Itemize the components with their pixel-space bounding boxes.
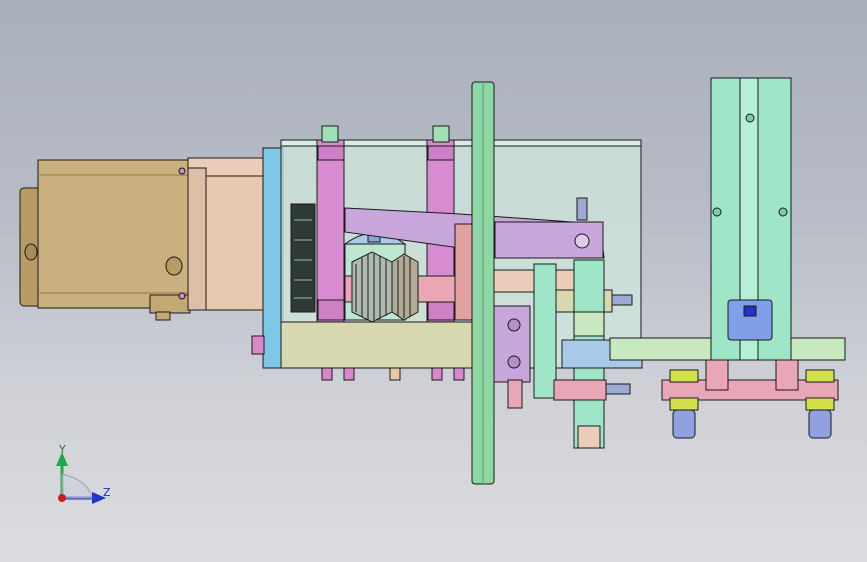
gearbox-bolt [178, 292, 186, 300]
lever-pivot [574, 233, 590, 249]
axis-z-label: Z [103, 486, 111, 499]
motor-bolt [155, 311, 171, 321]
gearbox-side [187, 167, 207, 311]
foot-body [672, 409, 696, 439]
rod-collar [427, 145, 455, 161]
foot-nut [669, 369, 699, 383]
cam-post [533, 263, 557, 399]
shaft-collar [573, 311, 605, 337]
lower-bracket [661, 379, 839, 401]
lever-pin [576, 197, 588, 221]
bottom-pin [343, 367, 355, 381]
flange-pin [251, 335, 265, 355]
base-plate [280, 321, 497, 369]
bottom-pin [389, 367, 401, 381]
motor-body [37, 159, 191, 309]
motor-flange [262, 147, 284, 369]
slide-pin [611, 294, 633, 306]
rod-cap [321, 125, 339, 143]
rod-collar [317, 145, 345, 161]
foot-body [808, 409, 832, 439]
rod-collar [317, 299, 345, 321]
foot-nut [669, 397, 699, 411]
cad-model-drawing[interactable] [0, 0, 867, 562]
cam-block [493, 305, 531, 383]
bracket-leg [775, 359, 799, 391]
gearbox-bolt [178, 167, 186, 175]
motor-screw [165, 256, 183, 276]
model-viewport[interactable]: Y Z [0, 0, 867, 562]
guide-rod-left [316, 139, 345, 323]
bracket-leg [705, 359, 729, 391]
small-pin [507, 379, 523, 409]
carriage-screw [743, 305, 757, 317]
shaft-tip [577, 425, 601, 449]
foot-nut [805, 397, 835, 411]
pinion-gear [391, 253, 419, 321]
linear-rail-assembly [609, 77, 846, 439]
motor-assembly [19, 147, 284, 369]
rod-collar [427, 299, 455, 321]
bottom-pin [431, 367, 443, 381]
bottom-pin [453, 367, 465, 381]
rod-cap [432, 125, 450, 143]
link-bracket [553, 379, 607, 401]
axis-triad [56, 452, 106, 504]
bevel-gear [351, 251, 393, 323]
axis-y-label: Y [59, 443, 66, 456]
bottom-pin [321, 367, 333, 381]
link-pin [605, 383, 631, 395]
motor-screw [24, 243, 38, 261]
foot-nut [805, 369, 835, 383]
